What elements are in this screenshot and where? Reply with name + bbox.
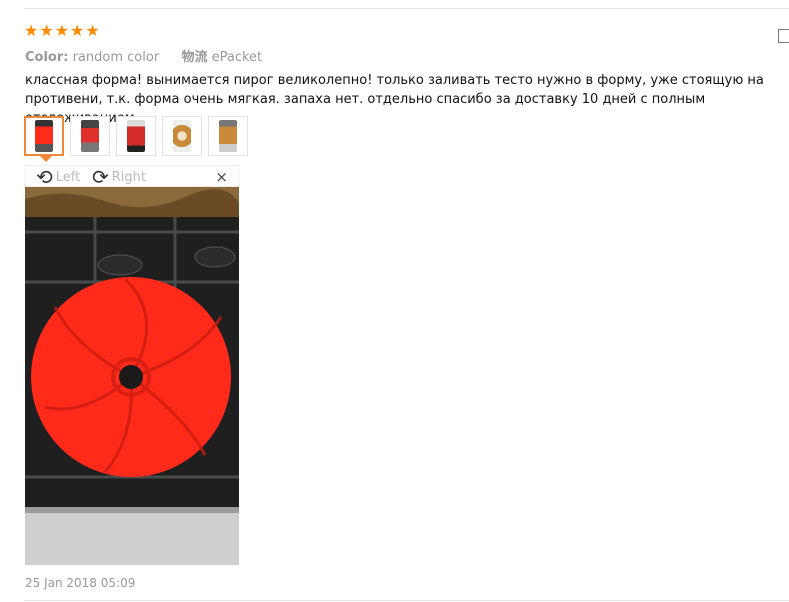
rotate-right-label: Right bbox=[111, 169, 146, 185]
thumb-5[interactable] bbox=[208, 116, 248, 156]
color-value: random color bbox=[72, 50, 160, 65]
rotate-left-label: Left bbox=[55, 169, 81, 185]
bottom-divider bbox=[24, 600, 789, 601]
viewer-toolbar: ⟲ Left ⟳ Right × bbox=[25, 165, 239, 187]
star-icon: ★ bbox=[39, 21, 54, 40]
color-key: Color: bbox=[25, 50, 69, 65]
thumbnail-image bbox=[35, 120, 53, 152]
report-flag-icon[interactable] bbox=[778, 29, 789, 43]
review-date: 25 Jan 2018 05:09 bbox=[25, 576, 136, 590]
thumbnail-image bbox=[219, 120, 237, 152]
photo-thumbnails bbox=[24, 116, 248, 162]
star-icon: ★ bbox=[85, 21, 100, 40]
shipping-label: 物流 bbox=[181, 50, 208, 65]
review-photo[interactable] bbox=[25, 187, 239, 565]
shipping-value: ePacket bbox=[211, 50, 263, 65]
star-icon: ★ bbox=[70, 21, 85, 40]
rotate-right-icon: ⟳ bbox=[92, 165, 109, 189]
top-divider bbox=[24, 8, 789, 9]
thumbnail-image bbox=[173, 120, 191, 152]
photo-viewer: ⟲ Left ⟳ Right × bbox=[25, 165, 239, 565]
star-rating: ★ ★ ★ ★ ★ bbox=[24, 23, 100, 39]
thumbnail-image bbox=[127, 120, 145, 152]
rotate-right-button[interactable]: ⟳ Right bbox=[92, 166, 146, 188]
star-icon: ★ bbox=[24, 21, 39, 40]
star-icon: ★ bbox=[54, 21, 70, 40]
order-meta: Color: random color 物流 ePacket bbox=[25, 46, 262, 65]
close-icon[interactable]: × bbox=[215, 168, 228, 186]
rotate-left-button[interactable]: ⟲ Left bbox=[36, 166, 80, 188]
thumb-2[interactable] bbox=[70, 116, 110, 156]
thumb-1[interactable] bbox=[24, 116, 64, 162]
thumbnail-image bbox=[81, 120, 99, 152]
thumb-3[interactable] bbox=[116, 116, 156, 156]
rotate-left-icon: ⟲ bbox=[36, 165, 53, 189]
active-caret-icon bbox=[40, 156, 52, 162]
thumb-4[interactable] bbox=[162, 116, 202, 156]
